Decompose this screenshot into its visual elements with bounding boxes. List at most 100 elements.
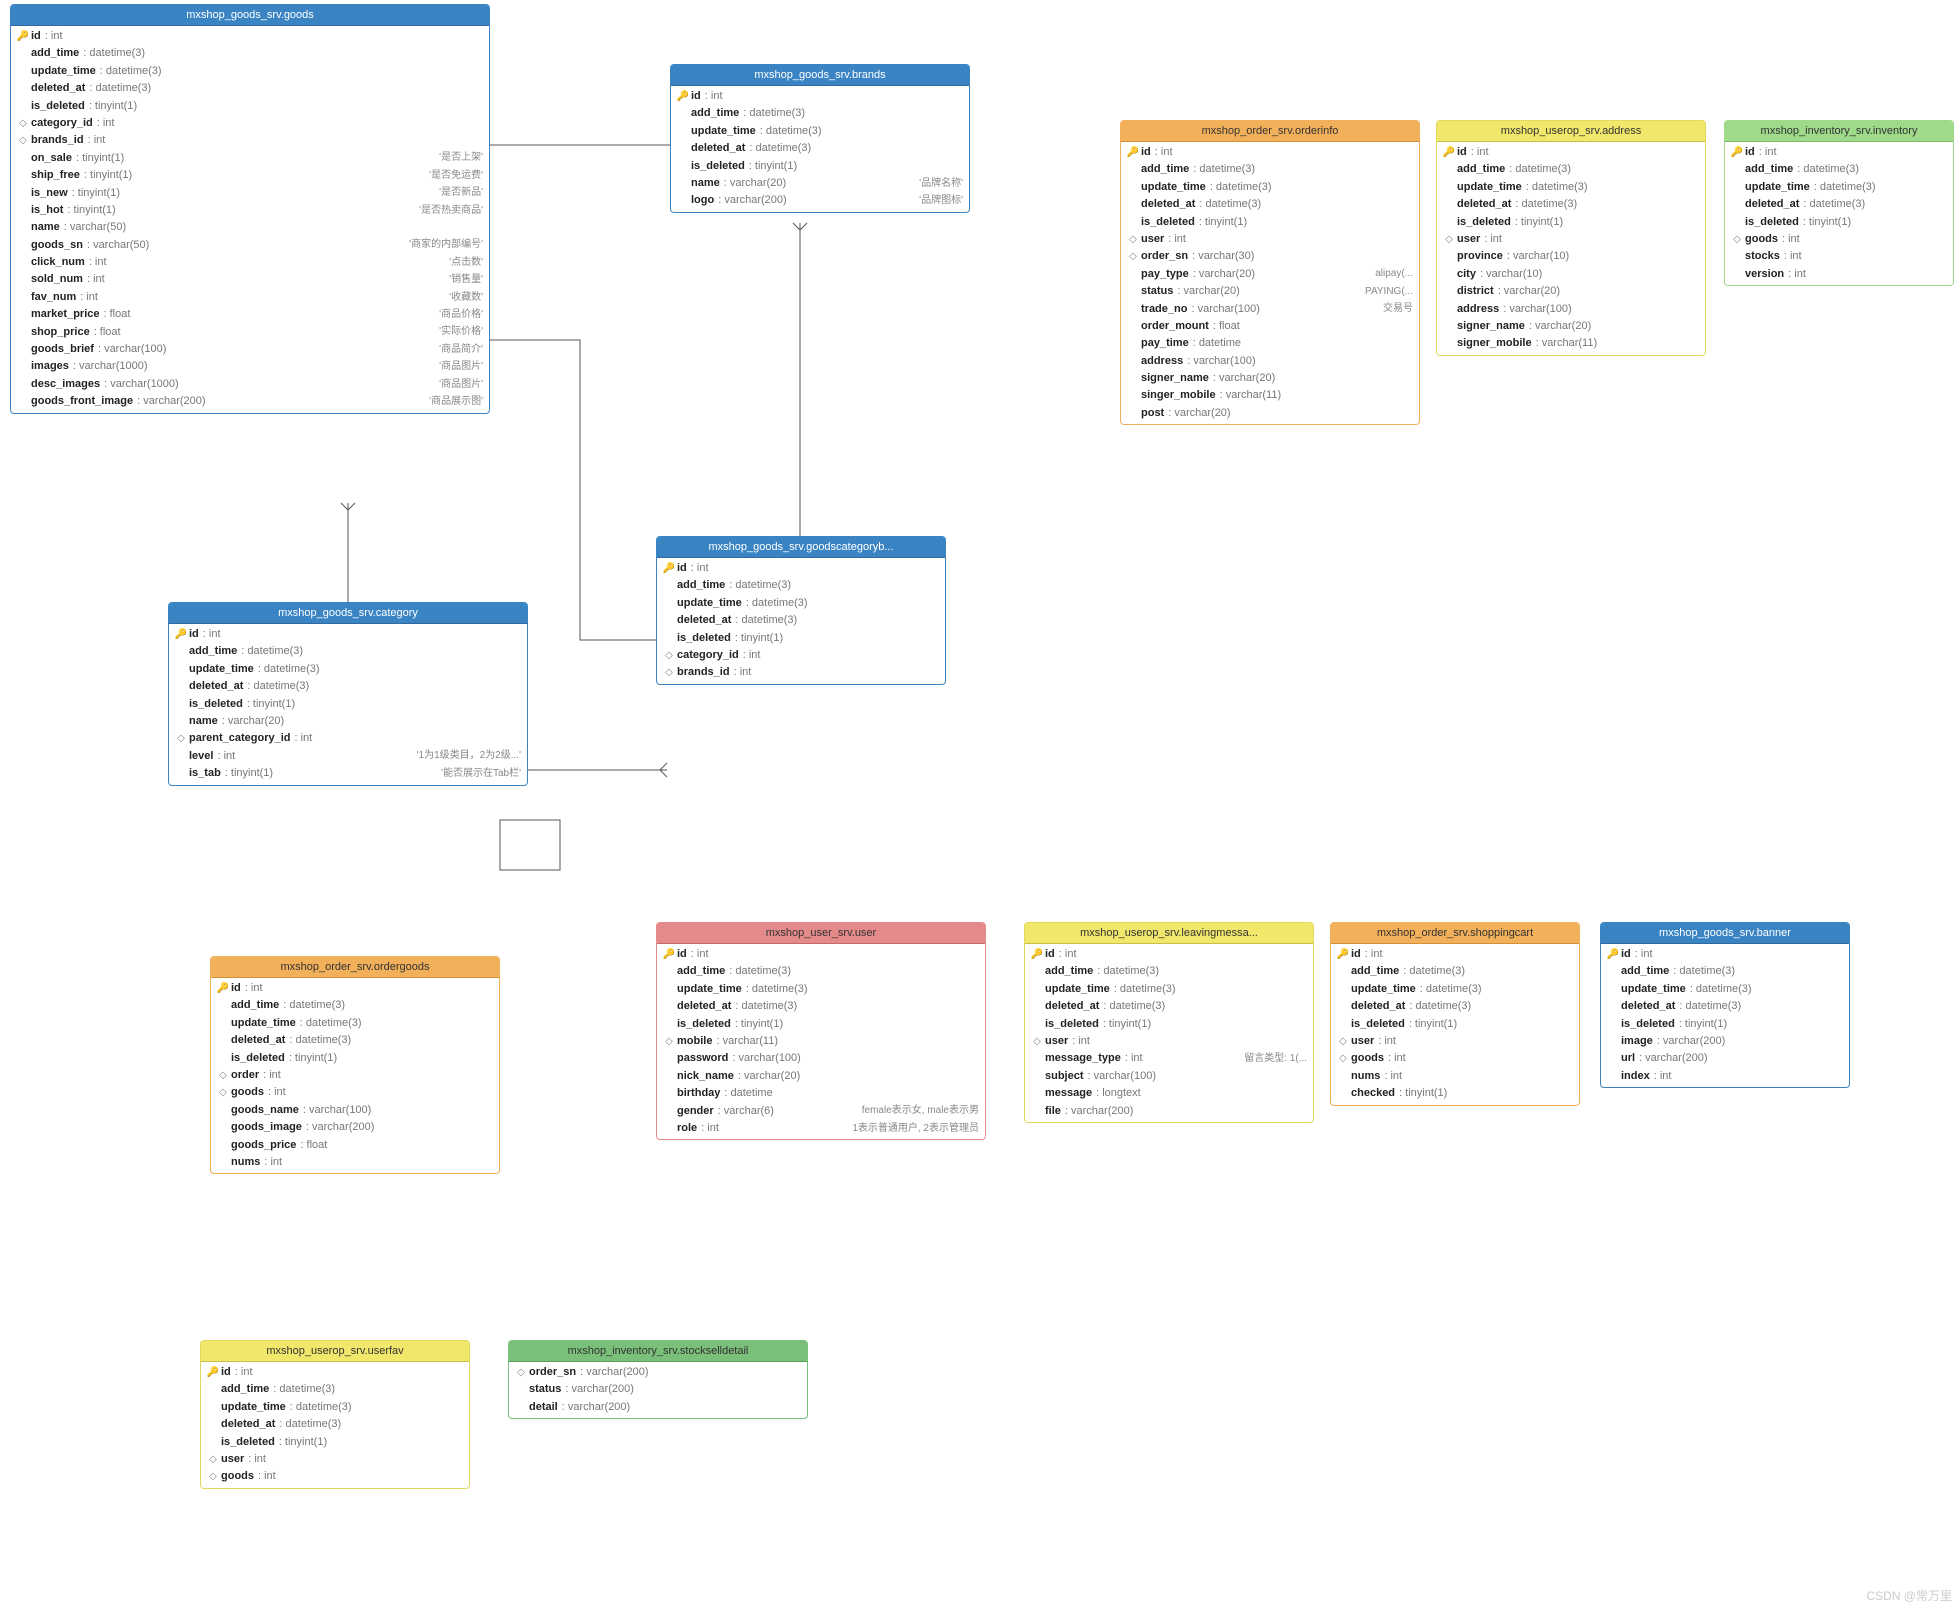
field-row[interactable]: ◇user: int: [1121, 231, 1419, 248]
field-row[interactable]: is_deleted: tinyint(1): [671, 158, 969, 175]
field-row[interactable]: 🔑id: int: [201, 1364, 469, 1381]
entity-stockselldetail[interactable]: mxshop_inventory_srv.stockselldetail◇ord…: [508, 1340, 808, 1419]
field-row[interactable]: ◇parent_category_id: int: [169, 730, 527, 747]
field-row[interactable]: ◇brands_id: int: [657, 664, 945, 681]
field-row[interactable]: 🔑id: int: [1601, 946, 1849, 963]
entity-title[interactable]: mxshop_userop_srv.leavingmessa...: [1025, 923, 1313, 944]
field-row[interactable]: update_time: datetime(3): [1725, 179, 1953, 196]
entity-ordergoods[interactable]: mxshop_order_srv.ordergoods 🔑id: intadd_t…: [210, 956, 500, 1174]
field-row[interactable]: images: varchar(1000)'商品图片': [11, 358, 489, 375]
field-row[interactable]: 🔑id: int: [211, 980, 499, 997]
field-row[interactable]: is_new: tinyint(1)'是否新品': [11, 185, 489, 202]
entity-title[interactable]: mxshop_goods_srv.goodscategoryb...: [657, 537, 945, 558]
field-row[interactable]: password: varchar(100): [657, 1050, 985, 1067]
field-row[interactable]: signer_name: varchar(20): [1437, 318, 1705, 335]
entity-orderinfo[interactable]: mxshop_order_srv.orderinfo🔑id: intadd_ti…: [1120, 120, 1420, 425]
field-row[interactable]: detail: varchar(200): [509, 1399, 807, 1416]
entity-title[interactable]: mxshop_user_srv.user: [657, 923, 985, 944]
field-row[interactable]: nums: int: [1331, 1068, 1579, 1085]
field-row[interactable]: is_hot: tinyint(1)'是否热卖商品': [11, 202, 489, 219]
field-row[interactable]: level: int'1为1级类目，2为2级...': [169, 748, 527, 765]
field-row[interactable]: is_deleted: tinyint(1): [657, 1016, 985, 1033]
field-row[interactable]: update_time: datetime(3): [1331, 981, 1579, 998]
field-row[interactable]: ◇user: int: [1025, 1033, 1313, 1050]
entity-goods[interactable]: mxshop_goods_srv.goods 🔑id: intadd_time: …: [10, 4, 490, 414]
field-row[interactable]: 🔑id: int: [671, 88, 969, 105]
field-row[interactable]: update_time: datetime(3): [1025, 981, 1313, 998]
field-row[interactable]: add_time: datetime(3): [657, 963, 985, 980]
field-row[interactable]: checked: tinyint(1): [1331, 1085, 1579, 1102]
field-row[interactable]: add_time: datetime(3): [201, 1381, 469, 1398]
field-row[interactable]: goods_brief: varchar(100)'商品简介': [11, 341, 489, 358]
field-row[interactable]: nums: int: [211, 1154, 499, 1171]
field-row[interactable]: url: varchar(200): [1601, 1050, 1849, 1067]
field-row[interactable]: deleted_at: datetime(3): [671, 140, 969, 157]
field-row[interactable]: deleted_at: datetime(3): [211, 1032, 499, 1049]
field-row[interactable]: ◇user: int: [1437, 231, 1705, 248]
field-row[interactable]: deleted_at: datetime(3): [1331, 998, 1579, 1015]
entity-shoppingcart[interactable]: mxshop_order_srv.shoppingcart🔑id: intadd…: [1330, 922, 1580, 1106]
field-row[interactable]: message_type: int留言类型: 1(...: [1025, 1050, 1313, 1067]
field-row[interactable]: update_time: datetime(3): [211, 1015, 499, 1032]
field-row[interactable]: add_time: datetime(3): [1437, 161, 1705, 178]
field-row[interactable]: is_deleted: tinyint(1): [1121, 214, 1419, 231]
field-row[interactable]: deleted_at: datetime(3): [201, 1416, 469, 1433]
field-row[interactable]: address: varchar(100): [1121, 353, 1419, 370]
field-row[interactable]: image: varchar(200): [1601, 1033, 1849, 1050]
field-row[interactable]: status: varchar(20)PAYING(...: [1121, 283, 1419, 300]
field-row[interactable]: district: varchar(20): [1437, 283, 1705, 300]
field-row[interactable]: ◇order_sn: varchar(200): [509, 1364, 807, 1381]
field-row[interactable]: singer_mobile: varchar(11): [1121, 387, 1419, 404]
entity-title[interactable]: mxshop_order_srv.shoppingcart: [1331, 923, 1579, 944]
field-row[interactable]: deleted_at: datetime(3): [657, 612, 945, 629]
entity-title[interactable]: mxshop_order_srv.ordergoods: [211, 957, 499, 978]
field-row[interactable]: 🔑id: int: [11, 28, 489, 45]
field-row[interactable]: is_deleted: tinyint(1): [211, 1050, 499, 1067]
field-row[interactable]: deleted_at: datetime(3): [1601, 998, 1849, 1015]
field-row[interactable]: stocks: int: [1725, 248, 1953, 265]
field-row[interactable]: add_time: datetime(3): [211, 997, 499, 1014]
field-row[interactable]: ◇user: int: [1331, 1033, 1579, 1050]
field-row[interactable]: gender: varchar(6)female表示女, male表示男: [657, 1103, 985, 1120]
field-row[interactable]: add_time: datetime(3): [1601, 963, 1849, 980]
field-row[interactable]: post: varchar(20): [1121, 405, 1419, 422]
entity-address[interactable]: mxshop_userop_srv.address🔑id: intadd_tim…: [1436, 120, 1706, 356]
field-row[interactable]: sold_num: int'销售量': [11, 271, 489, 288]
field-row[interactable]: ◇category_id: int: [11, 115, 489, 132]
field-row[interactable]: ship_free: tinyint(1)'是否免运费': [11, 167, 489, 184]
field-row[interactable]: name: varchar(50): [11, 219, 489, 236]
field-row[interactable]: add_time: datetime(3): [671, 105, 969, 122]
field-row[interactable]: index: int: [1601, 1068, 1849, 1085]
field-row[interactable]: role: int1表示普通用户, 2表示管理员: [657, 1120, 985, 1137]
entity-user[interactable]: mxshop_user_srv.user🔑id: intadd_time: da…: [656, 922, 986, 1140]
field-row[interactable]: add_time: datetime(3): [1025, 963, 1313, 980]
field-row[interactable]: update_time: datetime(3): [657, 981, 985, 998]
field-row[interactable]: add_time: datetime(3): [1121, 161, 1419, 178]
field-row[interactable]: update_time: datetime(3): [657, 595, 945, 612]
field-row[interactable]: is_deleted: tinyint(1): [1725, 214, 1953, 231]
field-row[interactable]: version: int: [1725, 266, 1953, 283]
field-row[interactable]: goods_sn: varchar(50)'商家的内部编号': [11, 237, 489, 254]
field-row[interactable]: address: varchar(100): [1437, 301, 1705, 318]
field-row[interactable]: add_time: datetime(3): [11, 45, 489, 62]
field-row[interactable]: pay_type: varchar(20)alipay(...: [1121, 266, 1419, 283]
field-row[interactable]: ◇mobile: varchar(11): [657, 1033, 985, 1050]
field-row[interactable]: fav_num: int'收藏数': [11, 289, 489, 306]
field-row[interactable]: goods_image: varchar(200): [211, 1119, 499, 1136]
field-row[interactable]: nick_name: varchar(20): [657, 1068, 985, 1085]
field-row[interactable]: deleted_at: datetime(3): [169, 678, 527, 695]
field-row[interactable]: subject: varchar(100): [1025, 1068, 1313, 1085]
field-row[interactable]: ◇goods: int: [201, 1468, 469, 1485]
field-row[interactable]: is_tab: tinyint(1)'能否展示在Tab栏': [169, 765, 527, 782]
field-row[interactable]: goods_price: float: [211, 1137, 499, 1154]
field-row[interactable]: shop_price: float'实际价格': [11, 324, 489, 341]
entity-title[interactable]: mxshop_goods_srv.goods: [11, 5, 489, 26]
field-row[interactable]: add_time: datetime(3): [657, 577, 945, 594]
field-row[interactable]: 🔑id: int: [1025, 946, 1313, 963]
field-row[interactable]: deleted_at: datetime(3): [1121, 196, 1419, 213]
entity-title[interactable]: mxshop_inventory_srv.inventory: [1725, 121, 1953, 142]
field-row[interactable]: birthday: datetime: [657, 1085, 985, 1102]
field-row[interactable]: is_deleted: tinyint(1): [11, 98, 489, 115]
field-row[interactable]: ◇goods: int: [1725, 231, 1953, 248]
field-row[interactable]: is_deleted: tinyint(1): [1025, 1016, 1313, 1033]
